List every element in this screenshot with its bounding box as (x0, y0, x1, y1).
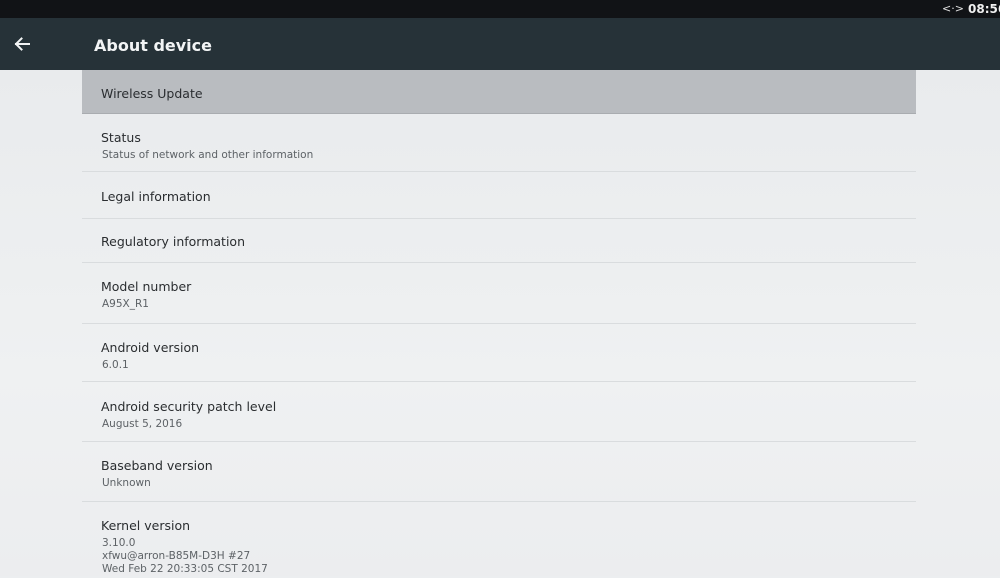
item-summary-line-2: xfwu@arron-B85M-D3H #27 (102, 550, 251, 562)
list-item-legal-information[interactable]: Legal information (82, 172, 916, 219)
item-summary: August 5, 2016 (102, 418, 183, 430)
list-item-regulatory-information[interactable]: Regulatory information (82, 219, 916, 263)
item-summary: A95X_R1 (102, 298, 149, 310)
item-title: Regulatory information (101, 234, 246, 249)
settings-content: Wireless Update Status Status of network… (0, 70, 1000, 576)
list-item-baseband-version[interactable]: Baseband version Unknown (82, 442, 916, 502)
list-item-model-number[interactable]: Model number A95X_R1 (82, 263, 916, 324)
item-title: Wireless Update (101, 86, 203, 101)
list-item-security-patch-level[interactable]: Android security patch level August 5, 2… (82, 382, 916, 442)
item-summary: Status of network and other information (102, 149, 314, 161)
list-item-wireless-update[interactable]: Wireless Update (82, 70, 916, 114)
item-title: Kernel version (101, 518, 191, 533)
item-title: Android version (101, 340, 200, 355)
item-title: Legal information (101, 189, 211, 204)
status-bar: <·> 08:56 (0, 0, 1000, 18)
item-summary-line-1: 3.10.0 (102, 537, 136, 549)
list-item-android-version[interactable]: Android version 6.0.1 (82, 324, 916, 382)
settings-list: Wireless Update Status Status of network… (82, 70, 916, 578)
list-item-status[interactable]: Status Status of network and other infor… (82, 114, 916, 172)
item-title: Baseband version (101, 458, 213, 473)
arrow-left-icon (14, 37, 30, 51)
page-title: About device (94, 36, 212, 55)
app-bar: About device (0, 18, 1000, 70)
item-summary-line-3: Wed Feb 22 20:33:05 CST 2017 (102, 563, 268, 575)
list-item-kernel-version[interactable]: Kernel version 3.10.0 xfwu@arron-B85M-D3… (82, 502, 916, 578)
item-summary: Unknown (102, 477, 151, 489)
item-title: Status (101, 130, 141, 145)
item-title: Android security patch level (101, 399, 277, 414)
back-button[interactable] (6, 28, 38, 60)
item-title: Model number (101, 279, 192, 294)
status-clock: 08:56 (968, 2, 1000, 16)
item-summary: 6.0.1 (102, 359, 129, 371)
arrows-left-right-icon: <·> (942, 2, 964, 15)
